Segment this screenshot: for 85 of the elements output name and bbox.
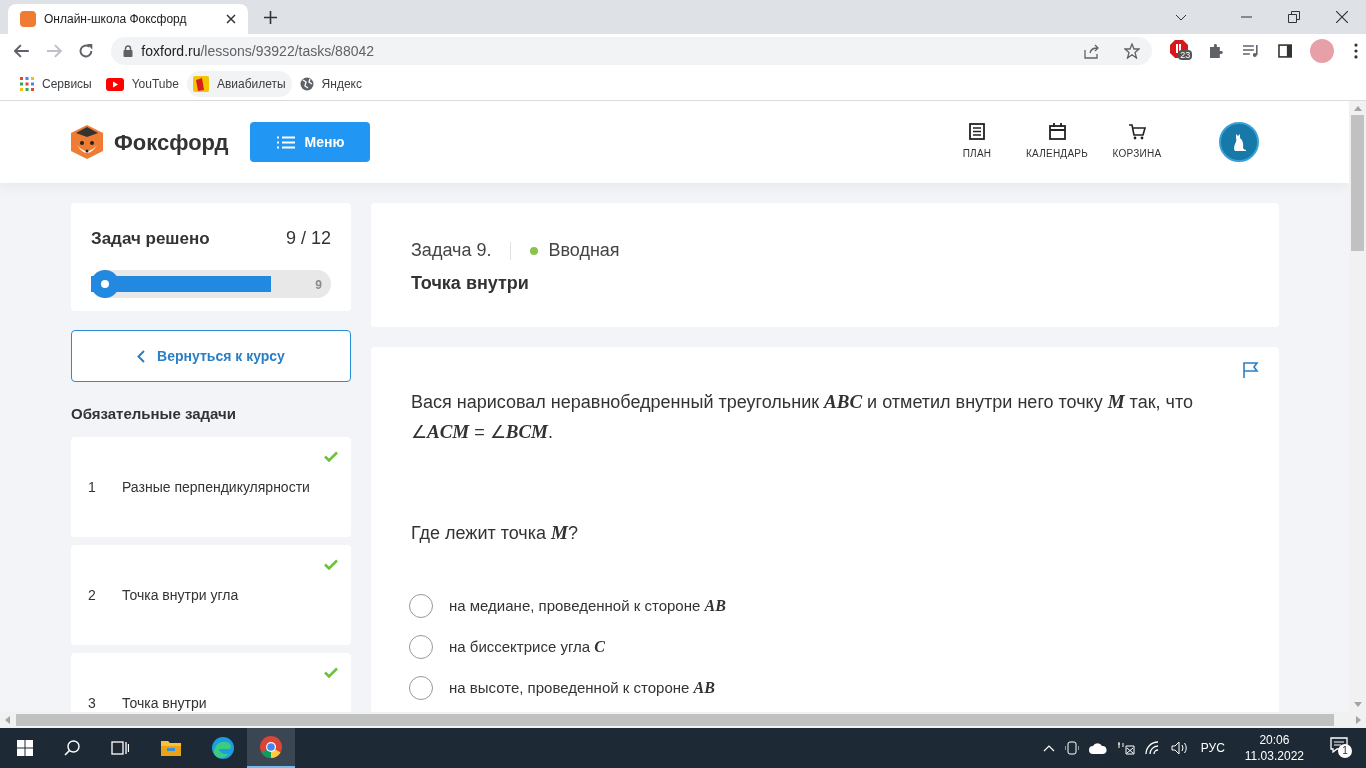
calendar-icon xyxy=(1048,123,1066,140)
task-title: Точка внутри угла xyxy=(122,586,239,605)
bookmark[interactable]: YouTube xyxy=(99,71,185,97)
tab-title: Онлайн-школа Фоксфорд xyxy=(44,11,188,28)
chevron-down-icon[interactable] xyxy=(1175,13,1187,21)
question-prompt: Где лежит точка M? xyxy=(411,521,579,545)
section-heading: Обязательные задачи xyxy=(71,404,237,424)
task-label: Задача 9. xyxy=(411,239,492,262)
bookmark[interactable]: Авиабилеты xyxy=(186,71,292,97)
browser-tab[interactable]: Онлайн-школа Фоксфорд xyxy=(8,4,248,34)
restore-icon[interactable] xyxy=(1288,11,1300,23)
cart-icon xyxy=(1128,123,1146,140)
wifi-icon[interactable] xyxy=(1144,741,1161,755)
close-icon[interactable] xyxy=(226,14,236,24)
task-title: Точка внутри xyxy=(122,694,207,712)
nav-link[interactable]: ПЛАН xyxy=(937,123,1017,161)
task-view-icon[interactable] xyxy=(111,740,129,756)
menu-icon xyxy=(276,135,295,149)
task-list-item[interactable]: 2 Точка внутри угла xyxy=(71,544,351,645)
option-label[interactable]: на биссектрисе угла C xyxy=(449,634,605,659)
flag-icon[interactable] xyxy=(1243,362,1259,378)
back-arrow-icon[interactable] xyxy=(14,44,30,58)
network-icon[interactable] xyxy=(1116,741,1135,755)
task-title: Разные перпендикулярности xyxy=(122,478,310,497)
question-statement: Вася нарисовал неравнобедренный треугольник ABC и отметил внутри него точку M так, что ∠ACM = ∠BCM. xyxy=(411,390,1194,444)
option-label[interactable]: на медиане, проведенной к стороне AB xyxy=(449,593,726,618)
document-icon xyxy=(969,123,985,140)
search-icon[interactable] xyxy=(64,740,80,756)
notification-count: 1 xyxy=(1338,744,1352,758)
taskbar-app[interactable] xyxy=(247,728,295,768)
more-icon[interactable] xyxy=(1354,43,1358,59)
speaker-icon[interactable] xyxy=(1170,741,1189,755)
chevron-left-icon xyxy=(137,349,146,363)
cloud-icon[interactable] xyxy=(1088,742,1107,754)
fox-logo-icon xyxy=(70,123,104,161)
lock-icon xyxy=(123,45,134,57)
device-icon[interactable] xyxy=(1064,741,1079,755)
horizontal-scrollbar[interactable] xyxy=(0,712,1366,728)
notifications-icon[interactable] xyxy=(1330,737,1348,753)
clock-time: 20:06 xyxy=(1259,732,1290,748)
progress-title: Задач решено xyxy=(91,227,210,250)
clock-date: 11.03.2022 xyxy=(1244,748,1304,764)
edge-browser-icon[interactable] xyxy=(211,736,235,760)
playlist-icon[interactable] xyxy=(1241,44,1260,58)
task-list-item[interactable]: 3 Точка внутри xyxy=(71,652,351,712)
user-avatar[interactable] xyxy=(1219,122,1259,162)
extension-badge: 23 xyxy=(1178,50,1193,60)
clock[interactable]: 20:06 11.03.2022 xyxy=(1244,732,1304,764)
scrollbar-thumb[interactable] xyxy=(1351,115,1364,251)
share-icon[interactable] xyxy=(1084,43,1101,59)
puzzle-icon[interactable] xyxy=(1208,43,1224,59)
site-logo-text[interactable]: Фоксфорд xyxy=(114,125,229,159)
task-number: 1 xyxy=(88,478,97,497)
nav-link[interactable]: КОРЗИНА xyxy=(1097,123,1177,161)
scrollbar-thumb[interactable] xyxy=(16,714,1334,726)
progress-count: 9 / 12 xyxy=(285,227,331,250)
vertical-scrollbar[interactable] xyxy=(1349,101,1366,712)
close-window-icon[interactable] xyxy=(1336,11,1348,23)
windows-logo-icon[interactable] xyxy=(17,740,33,756)
chevron-up-icon[interactable] xyxy=(1042,744,1055,752)
play-logo-icon xyxy=(105,77,124,91)
progress-end-label: 9 xyxy=(315,277,322,294)
new-tab-icon[interactable] xyxy=(264,11,277,24)
star-icon[interactable] xyxy=(1124,43,1141,59)
task-title: Точка внутри xyxy=(411,272,530,295)
globe-icon xyxy=(299,77,314,91)
folder-icon[interactable] xyxy=(161,740,181,756)
task-list-item[interactable]: 1 Разные перпендикулярности xyxy=(71,436,351,537)
nav-link[interactable]: КАЛЕНДАРЬ xyxy=(1017,123,1097,161)
address-bar[interactable]: foxford.ru/lessons/93922/tasks/88042 xyxy=(111,37,1153,65)
task-level: Вводная xyxy=(548,239,620,262)
chrome-icon xyxy=(260,736,282,758)
reload-icon[interactable] xyxy=(77,43,94,59)
apps-grid-icon xyxy=(20,77,34,91)
back-to-course-button[interactable]: Вернуться к курсу xyxy=(71,330,351,382)
url-text: foxford.ru/lessons/93922/tasks/88042 xyxy=(141,41,375,61)
tickets-icon xyxy=(192,76,209,92)
task-number: 3 xyxy=(88,694,97,712)
side-panel-icon[interactable] xyxy=(1277,44,1293,58)
option-label[interactable]: на высоте, проведенной к стороне AB xyxy=(449,675,715,700)
bookmark[interactable]: Сервисы xyxy=(14,71,98,97)
bookmark[interactable]: Яндекс xyxy=(293,71,368,97)
language-indicator[interactable]: РУС xyxy=(1200,739,1225,757)
cat-silhouette-icon xyxy=(1232,132,1246,152)
task-number: 2 xyxy=(88,586,97,605)
